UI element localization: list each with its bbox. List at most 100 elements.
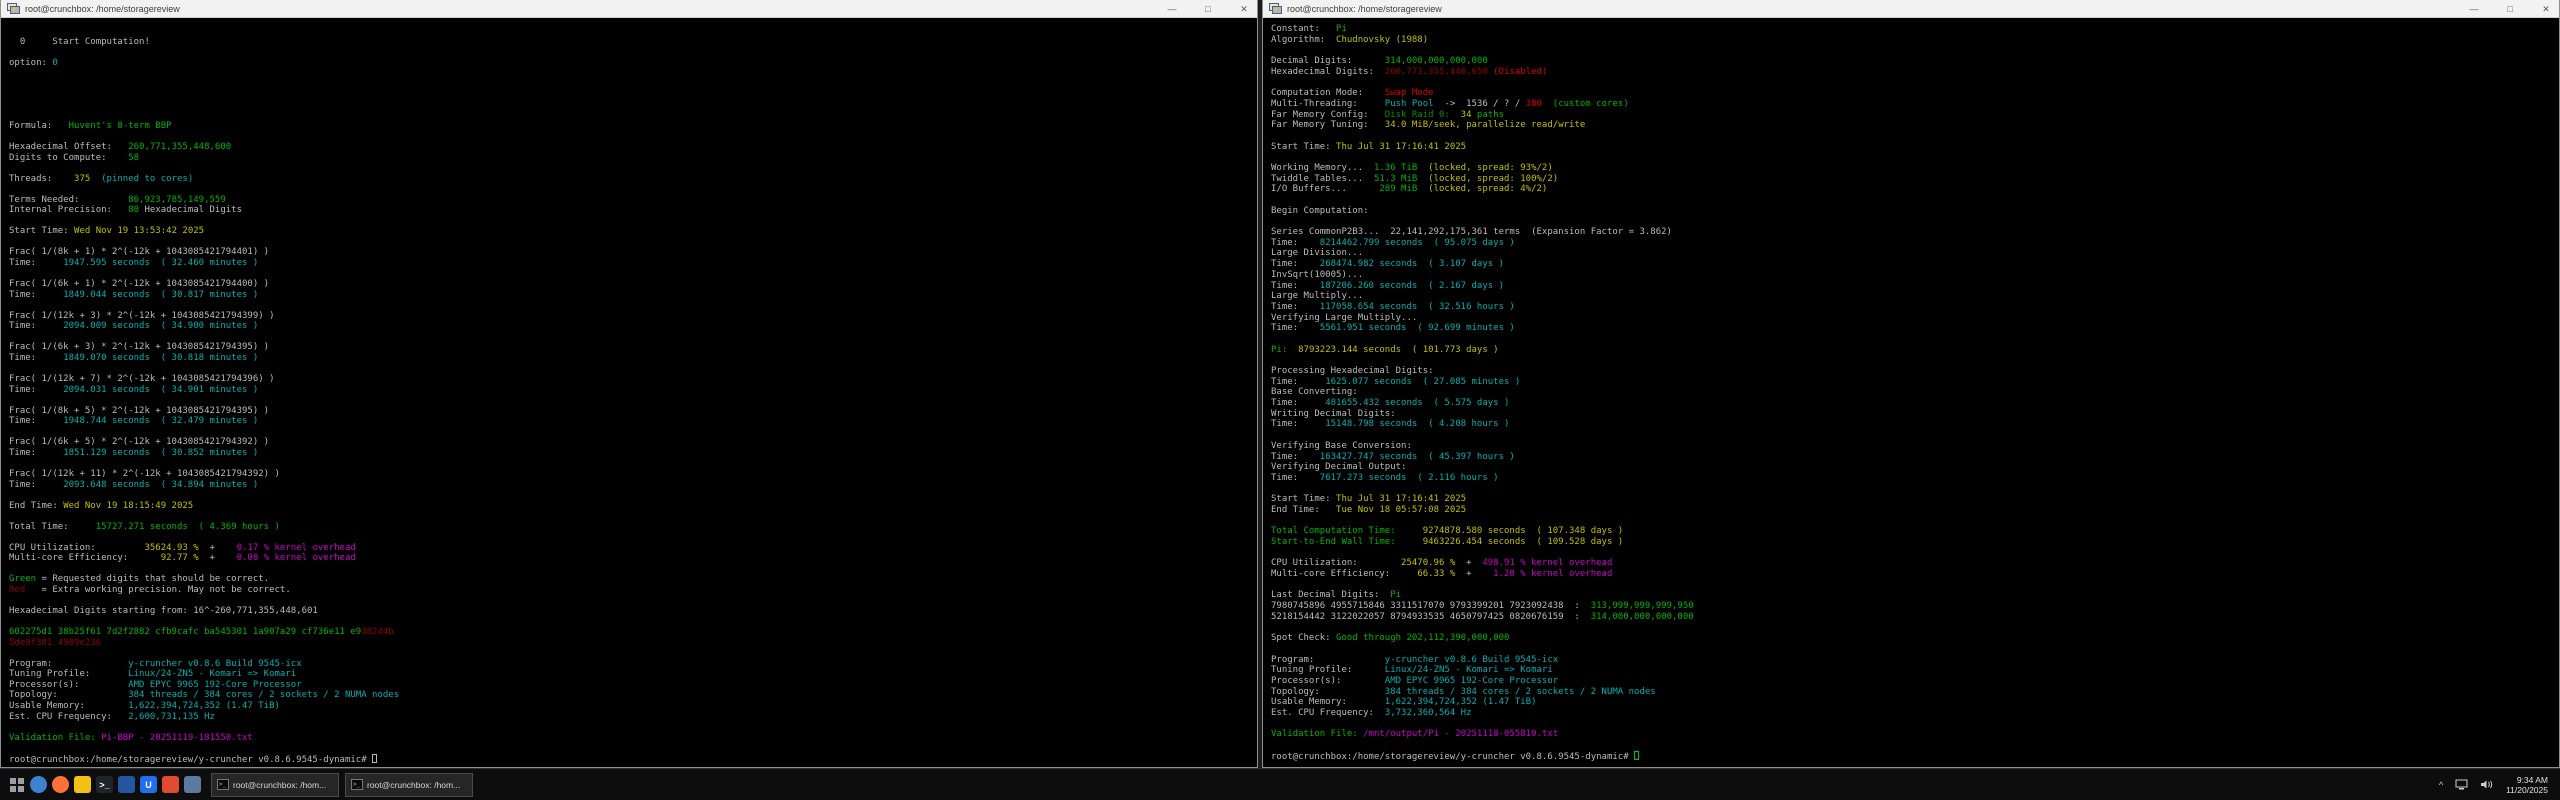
- terminal-line: [9, 490, 1257, 501]
- terminal-cursor: [1634, 751, 1639, 760]
- taskbar-window-button[interactable]: >_ root@crunchbox: /hom...: [345, 773, 473, 797]
- terminal-line: Time: 163427.747 seconds ( 45.397 hours …: [1271, 452, 2559, 463]
- terminal-line: Terms Needed: 86,923,785,149,559: [9, 195, 1257, 206]
- terminal-line: Time: 2094.009 seconds ( 34.900 minutes …: [9, 321, 1257, 332]
- terminal-line: [1271, 77, 2559, 88]
- app-u-icon[interactable]: U: [140, 776, 157, 793]
- terminal-line: 5218154442 3122022057 8794933535 4650797…: [1271, 612, 2559, 623]
- terminal-line: Frac( 1/(6k + 3) * 2^(-12k + 10430854217…: [9, 342, 1257, 353]
- terminal-line: [9, 300, 1257, 311]
- terminal-line: [1271, 195, 2559, 206]
- terminal-line: Time: 268474.982 seconds ( 3.107 days ): [1271, 259, 2559, 270]
- terminal-line: [9, 743, 1257, 754]
- minimize-button[interactable]: —: [1165, 0, 1179, 18]
- terminal-line: [1271, 740, 2559, 751]
- settings-icon[interactable]: [184, 776, 201, 793]
- flame-icon[interactable]: [162, 776, 179, 793]
- terminal-line: Processing Hexadecimal Digits:: [1271, 366, 2559, 377]
- volume-icon[interactable]: [2480, 779, 2494, 790]
- terminal-line: Validation File: /mnt/output/Pi - 202511…: [1271, 729, 2559, 740]
- terminal-line: [1271, 548, 2559, 559]
- terminal-line: Verifying Base Conversion:: [1271, 441, 2559, 452]
- terminal-line: [1271, 216, 2559, 227]
- left-terminal-window: root@crunchbox: /home/storagereview — □ …: [0, 0, 1258, 768]
- terminal-line: Time: 1849.044 seconds ( 30.817 minutes …: [9, 290, 1257, 301]
- terminal-line: Hexadecimal Digits starting from: 16^-26…: [9, 606, 1257, 617]
- right-window-titlebar[interactable]: root@crunchbox: /home/storagereview — □ …: [1263, 0, 2559, 18]
- terminal-line: Time: 1851.129 seconds ( 30.852 minutes …: [9, 448, 1257, 459]
- terminal-line: 602275d1 38b25f61 7d2f2882 cfb9cafc ba54…: [9, 627, 1257, 638]
- terminal-line: [1271, 644, 2559, 655]
- maximize-button[interactable]: □: [2503, 0, 2517, 18]
- close-button[interactable]: ✕: [2539, 0, 2553, 18]
- terminal-line: Time: 8214462.799 seconds ( 95.075 days …: [1271, 238, 2559, 249]
- terminal-line: Frac( 1/(6k + 1) * 2^(-12k + 10430854217…: [9, 279, 1257, 290]
- task-button-label: root@crunchbox: /hom...: [367, 780, 460, 790]
- terminal-line: [9, 89, 1257, 100]
- browser-icon[interactable]: [30, 776, 47, 793]
- terminal-line: [1271, 430, 2559, 441]
- terminal-line: Far Memory Config: Disk Raid 0: 34 paths: [1271, 110, 2559, 121]
- terminal-line: [9, 395, 1257, 406]
- terminal-icon: >_: [351, 779, 363, 790]
- terminal-line: [9, 596, 1257, 607]
- files-icon[interactable]: [74, 776, 91, 793]
- terminal-line: Total Computation Time: 9274878.580 seco…: [1271, 526, 2559, 537]
- terminal-line: [1271, 580, 2559, 591]
- terminal-line: Working Memory... 1.36 TiB (locked, spre…: [1271, 163, 2559, 174]
- terminal-line: I/O Buffers... 289 MiB (locked, spread: …: [1271, 184, 2559, 195]
- start-menu-icon[interactable]: [8, 776, 25, 793]
- terminal-line: Multi-core Efficiency: 66.33 % + 1.20 % …: [1271, 569, 2559, 580]
- terminal-line: Frac( 1/(6k + 5) * 2^(-12k + 10430854217…: [9, 437, 1257, 448]
- terminal-line: 7980745896 4955715846 3311517070 9793399…: [1271, 601, 2559, 612]
- terminal-line: root@crunchbox:/home/storagereview/y-cru…: [9, 754, 1257, 765]
- firefox-icon[interactable]: [52, 776, 69, 793]
- terminal-line: Start-to-End Wall Time: 9463226.454 seco…: [1271, 537, 2559, 548]
- terminal-icon: >_: [217, 779, 229, 790]
- taskbar-app-icons: >_ U: [8, 776, 201, 793]
- maximize-button[interactable]: □: [1201, 0, 1215, 18]
- right-terminal-output[interactable]: Constant: PiAlgorithm: Chudnovsky (1988)…: [1263, 18, 2559, 767]
- terminal-line: [9, 617, 1257, 628]
- terminal-line: [1271, 484, 2559, 495]
- terminal-line: Time: 1948.744 seconds ( 32.479 minutes …: [9, 416, 1257, 427]
- terminal-line: Last Decimal Digits: Pi: [1271, 590, 2559, 601]
- terminal-cursor: [372, 754, 377, 763]
- terminal-line: [9, 532, 1257, 543]
- terminal-line: Verifying Decimal Output:: [1271, 462, 2559, 473]
- taskbar-window-button[interactable]: >_root@crunchbox: /hom...: [211, 773, 339, 797]
- terminal-line: [1271, 45, 2559, 56]
- terminal-line: Start Time: Thu Jul 31 17:16:41 2025: [1271, 494, 2559, 505]
- left-terminal-output[interactable]: 0 Start Computation! option: 0 Formula: …: [1, 18, 1257, 767]
- terminal-line: Multi-Threading: Push Pool -> 1536 / ? /…: [1271, 99, 2559, 110]
- putty-icon: [1269, 3, 1282, 15]
- terminal-line: Frac( 1/(12k + 11) * 2^(-12k + 104308542…: [9, 469, 1257, 480]
- terminal-line: [9, 237, 1257, 248]
- terminal-line: Total Time: 15727.271 seconds ( 4.369 ho…: [9, 522, 1257, 533]
- terminal-line: Spot Check: Good through 202,112,390,000…: [1271, 633, 2559, 644]
- terminal-line: Processor(s): AMD EPYC 9965 192-Core Pro…: [1271, 676, 2559, 687]
- terminal-line: [9, 332, 1257, 343]
- editor-icon[interactable]: [118, 776, 135, 793]
- terminal-line: Computation Mode: Swap Mode: [1271, 88, 2559, 99]
- system-tray: ^ 9:34 AM 11/20/2025: [2439, 775, 2552, 795]
- terminal-line: Topology: 384 threads / 384 cores / 2 so…: [9, 690, 1257, 701]
- terminal-icon[interactable]: >_: [96, 776, 113, 793]
- terminal-line: [9, 110, 1257, 121]
- minimize-button[interactable]: —: [2467, 0, 2481, 18]
- terminal-line: [9, 100, 1257, 111]
- tray-expand-icon[interactable]: ^: [2439, 780, 2443, 790]
- taskbar-clock[interactable]: 9:34 AM 11/20/2025: [2506, 775, 2552, 795]
- terminal-line: [9, 68, 1257, 79]
- terminal-line: InvSqrt(10005)...: [1271, 270, 2559, 281]
- terminal-line: [9, 269, 1257, 280]
- terminal-line: [1271, 719, 2559, 730]
- terminal-line: Base Converting:: [1271, 387, 2559, 398]
- left-window-titlebar[interactable]: root@crunchbox: /home/storagereview — □ …: [1, 0, 1257, 18]
- terminal-line: Frac( 1/(8k + 5) * 2^(-12k + 10430854217…: [9, 406, 1257, 417]
- terminal-line: Multi-core Efficiency: 92.77 % + 0.00 % …: [9, 553, 1257, 564]
- display-tray-icon[interactable]: [2455, 779, 2468, 790]
- terminal-line: [9, 47, 1257, 58]
- close-button[interactable]: ✕: [1237, 0, 1251, 18]
- terminal-line: Time: 7617.273 seconds ( 2.116 hours ): [1271, 473, 2559, 484]
